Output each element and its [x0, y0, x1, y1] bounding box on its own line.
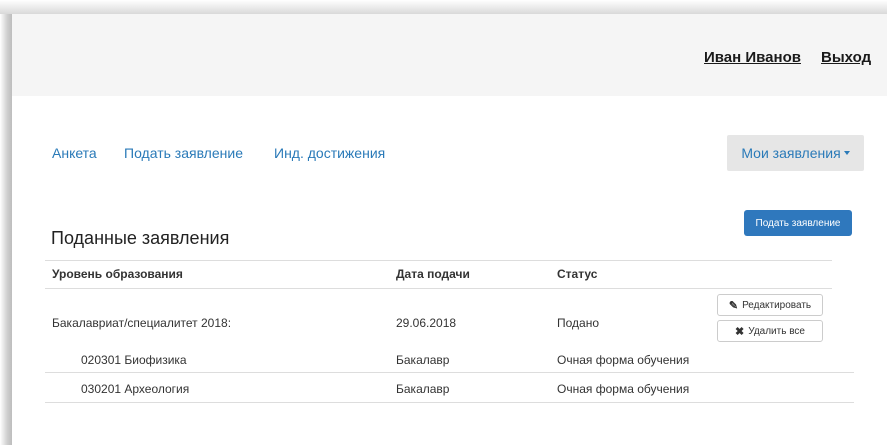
my-applications-dropdown[interactable]: Мои заявления [727, 135, 864, 171]
nav-link-achievements[interactable]: Инд. достижения [274, 145, 385, 161]
program-name: 030201 Археология [81, 382, 190, 396]
submit-application-button[interactable]: Подать заявление [744, 210, 852, 236]
user-name-link[interactable]: Иван Иванов [704, 49, 801, 66]
program-name: 020301 Биофизика [81, 353, 187, 367]
program-form: Очная форма обучения [557, 353, 690, 367]
pencil-icon: ✎ [728, 299, 739, 312]
table-top-border [45, 260, 832, 261]
header-education-level: Уровень образования [52, 267, 183, 281]
dropdown-label: Мои заявления [741, 145, 841, 161]
group-date: 29.06.2018 [396, 316, 457, 330]
x-icon: ✖ [735, 325, 745, 338]
edit-button[interactable]: ✎ Редактировать [717, 294, 823, 316]
nav-link-submit-application[interactable]: Подать заявление [124, 145, 243, 161]
delete-all-button[interactable]: ✖ Удалить все [717, 320, 823, 342]
section-title: Поданные заявления [51, 228, 230, 248]
group-status: Подано [557, 316, 600, 330]
group-education-level: Бакалавриат/специалитет 2018: [52, 316, 232, 330]
caret-down-icon [843, 151, 850, 155]
header-status: Статус [557, 267, 598, 281]
nav-link-anketa[interactable]: Анкета [52, 145, 97, 161]
edit-button-label: Редактировать [742, 299, 812, 311]
program-form: Очная форма обучения [557, 382, 690, 396]
logout-link[interactable]: Выход [821, 49, 871, 66]
header-submission-date: Дата подачи [396, 267, 470, 281]
screenshot-frame-left [0, 14, 12, 445]
delete-all-button-label: Удалить все [748, 325, 805, 337]
header-border [45, 288, 832, 289]
program-degree: Бакалавр [396, 382, 450, 396]
screenshot-frame-top [0, 0, 887, 14]
program-degree: Бакалавр [396, 353, 450, 367]
row-border [45, 372, 854, 373]
row-border [45, 402, 854, 403]
